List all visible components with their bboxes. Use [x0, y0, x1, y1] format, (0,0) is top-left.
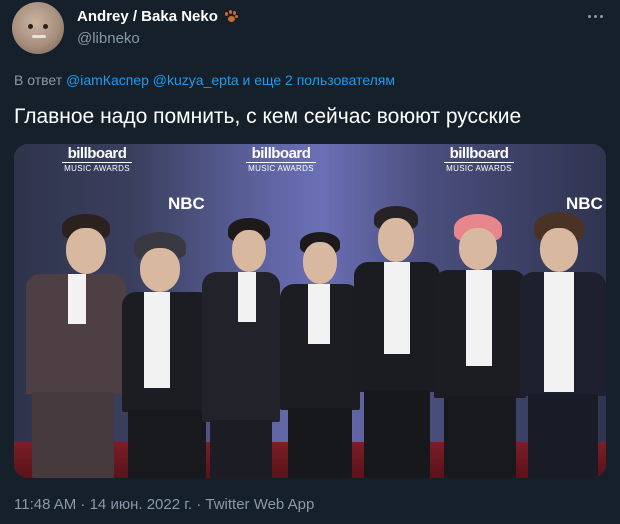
paw-icon — [224, 9, 238, 24]
more-options-icon[interactable] — [584, 8, 606, 24]
person-figure — [202, 178, 280, 478]
billboard-logo: billboard MUSIC AWARDS — [246, 146, 316, 174]
billboard-logo: billboard MUSIC AWARDS — [62, 146, 132, 174]
avatar-eye — [43, 24, 48, 29]
person-figure — [434, 178, 526, 478]
person-figure — [514, 180, 606, 478]
author-display-name[interactable]: Andrey / Baka Neko — [77, 8, 218, 25]
mention-link[interactable]: @kuzya_epta — [153, 72, 239, 88]
tweet-timestamp[interactable]: 11:48 AM · 14 июн. 2022 г. · Twitter Web… — [14, 496, 314, 513]
reply-prefix: В ответ — [14, 72, 63, 88]
billboard-logo: billboard MUSIC AWARDS — [444, 146, 514, 174]
mention-link[interactable]: @iamКаспер — [66, 72, 149, 88]
person-figure — [280, 186, 360, 478]
author-name-row: Andrey / Baka Neko — [77, 8, 238, 25]
tweet-photo[interactable]: billboard MUSIC AWARDS billboard MUSIC A… — [14, 144, 606, 478]
tweet: Andrey / Baka Neko @libneko В ответ @iam… — [0, 0, 620, 524]
person-figure — [122, 188, 214, 478]
reply-others-link[interactable]: и еще 2 пользователям — [243, 72, 396, 88]
person-figure — [354, 174, 440, 478]
avatar[interactable] — [12, 2, 64, 54]
reply-context: В ответ @iamКаспер @kuzya_epta и еще 2 п… — [14, 72, 395, 88]
tweet-text: Главное надо помнить, с кем сейчас воюют… — [14, 105, 522, 128]
author-handle[interactable]: @libneko — [77, 30, 140, 47]
avatar-mouth — [32, 35, 46, 38]
avatar-eye — [28, 24, 33, 29]
person-figure — [16, 178, 126, 478]
